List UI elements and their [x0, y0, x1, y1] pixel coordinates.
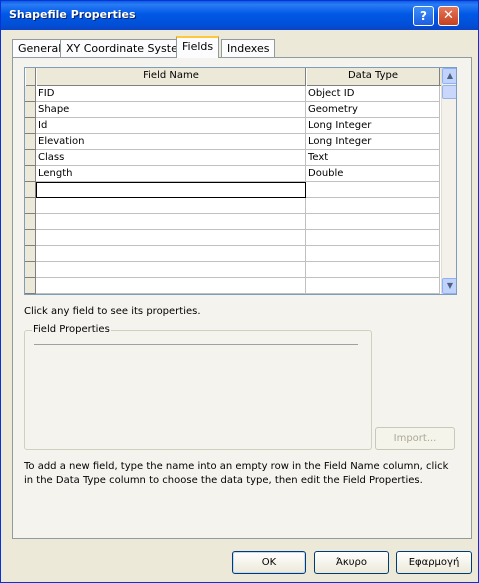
- field-properties-legend: Field Properties: [32, 324, 111, 335]
- data-type-cell[interactable]: [306, 182, 440, 198]
- table-row[interactable]: Class Text: [25, 150, 440, 166]
- cancel-button[interactable]: Άκυρο: [314, 551, 389, 574]
- scroll-up-icon[interactable]: ▲: [442, 68, 456, 84]
- table-row[interactable]: [25, 198, 440, 214]
- row-selector[interactable]: [25, 182, 36, 198]
- new-field-name-input[interactable]: [36, 182, 306, 198]
- field-name-cell[interactable]: [36, 262, 306, 278]
- fields-grid[interactable]: Field Name Data Type FID Object ID Shape…: [24, 67, 457, 295]
- instructions-text: To add a new field, type the name into a…: [24, 461, 449, 486]
- table-row[interactable]: Length Double: [25, 166, 440, 182]
- table-row[interactable]: Shape Geometry: [25, 102, 440, 118]
- data-type-cell[interactable]: [306, 278, 440, 294]
- field-name-cell[interactable]: Class: [36, 150, 306, 166]
- data-type-cell[interactable]: [306, 214, 440, 230]
- data-type-cell[interactable]: [306, 262, 440, 278]
- field-name-cell[interactable]: [36, 214, 306, 230]
- row-selector[interactable]: [25, 278, 36, 294]
- data-type-cell[interactable]: Text: [306, 150, 440, 166]
- table-row[interactable]: FID Object ID: [25, 86, 440, 102]
- title-bar[interactable]: Shapefile Properties ? ✕: [1, 1, 478, 30]
- tab-xy-coordinate-system[interactable]: XY Coordinate System: [60, 39, 195, 58]
- table-row[interactable]: [25, 214, 440, 230]
- data-type-cell[interactable]: Long Integer: [306, 134, 440, 150]
- data-type-cell[interactable]: Long Integer: [306, 118, 440, 134]
- data-type-cell[interactable]: [306, 230, 440, 246]
- field-name-cell[interactable]: [36, 278, 306, 294]
- field-properties-divider: [34, 344, 358, 345]
- table-row[interactable]: [25, 262, 440, 278]
- data-type-cell[interactable]: Geometry: [306, 102, 440, 118]
- ok-button[interactable]: OK: [232, 551, 306, 574]
- grid-header: Field Name Data Type: [25, 68, 456, 86]
- tab-fields[interactable]: Fields: [176, 36, 220, 58]
- field-name-cell[interactable]: [36, 246, 306, 262]
- field-name-cell[interactable]: Id: [36, 118, 306, 134]
- scroll-down-icon[interactable]: ▼: [442, 278, 456, 294]
- row-selector[interactable]: [25, 198, 36, 214]
- table-row[interactable]: Id Long Integer: [25, 118, 440, 134]
- tab-strip: General XY Coordinate System Fields Inde…: [12, 36, 472, 58]
- row-selector[interactable]: [25, 214, 36, 230]
- row-selector[interactable]: [25, 262, 36, 278]
- data-type-cell[interactable]: Object ID: [306, 86, 440, 102]
- table-row-new[interactable]: [25, 182, 440, 198]
- shapefile-properties-dialog: Shapefile Properties ? ✕ General XY Coor…: [0, 0, 479, 583]
- field-name-cell[interactable]: Elevation: [36, 134, 306, 150]
- grid-hint-text: Click any field to see its properties.: [24, 306, 201, 317]
- table-row[interactable]: [25, 278, 440, 294]
- row-selector[interactable]: [25, 134, 36, 150]
- header-corner: [25, 68, 36, 86]
- window-title: Shapefile Properties: [9, 8, 136, 21]
- row-selector[interactable]: [25, 230, 36, 246]
- vertical-scrollbar[interactable]: ▲ ▼: [441, 68, 456, 294]
- field-name-cell[interactable]: Length: [36, 166, 306, 182]
- data-type-cell[interactable]: [306, 246, 440, 262]
- row-selector[interactable]: [25, 150, 36, 166]
- scroll-thumb[interactable]: [442, 85, 456, 99]
- table-row[interactable]: [25, 230, 440, 246]
- help-button[interactable]: ?: [413, 6, 434, 26]
- tab-indexes[interactable]: Indexes: [221, 39, 276, 58]
- table-row[interactable]: Elevation Long Integer: [25, 134, 440, 150]
- field-properties-group: [24, 330, 372, 450]
- data-type-cell[interactable]: [306, 198, 440, 214]
- close-icon[interactable]: ✕: [438, 6, 459, 26]
- field-name-cell[interactable]: [36, 230, 306, 246]
- field-name-cell[interactable]: Shape: [36, 102, 306, 118]
- header-data-type[interactable]: Data Type: [306, 68, 440, 86]
- field-name-cell[interactable]: FID: [36, 86, 306, 102]
- apply-button[interactable]: Εφαρμογή: [396, 551, 472, 574]
- import-button[interactable]: Import...: [375, 427, 455, 450]
- table-row[interactable]: [25, 246, 440, 262]
- row-selector[interactable]: [25, 102, 36, 118]
- field-name-cell[interactable]: [36, 198, 306, 214]
- row-selector[interactable]: [25, 166, 36, 182]
- row-selector[interactable]: [25, 246, 36, 262]
- row-selector[interactable]: [25, 118, 36, 134]
- data-type-cell[interactable]: Double: [306, 166, 440, 182]
- row-selector[interactable]: [25, 86, 36, 102]
- header-field-name[interactable]: Field Name: [36, 68, 306, 86]
